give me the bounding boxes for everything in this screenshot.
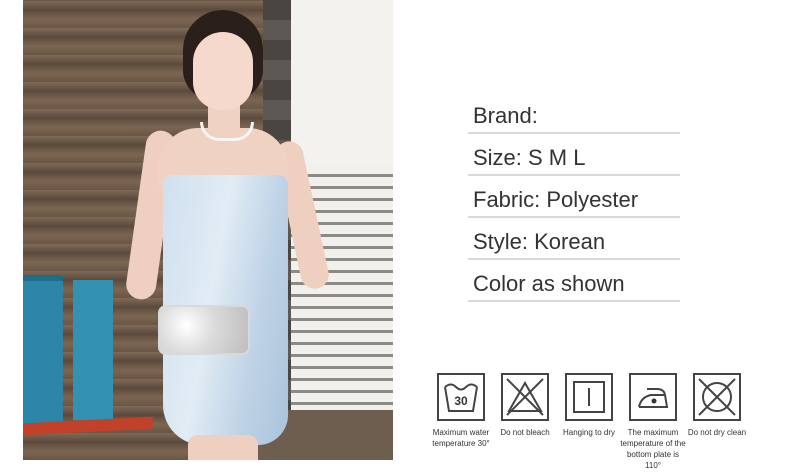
care-label-iron: The maximum temperature of the bottom pl… [620, 428, 686, 470]
wash-30-icon: 30 [437, 373, 485, 421]
iron-low-heat-icon [629, 373, 677, 421]
product-specs: Brand: Size: S M L Fabric: Polyester Sty… [468, 92, 680, 302]
spec-fabric: Fabric: Polyester [468, 176, 680, 218]
spec-style: Style: Korean [468, 218, 680, 260]
care-label-wash: Maximum water temperature 30° [432, 428, 490, 448]
do-not-dry-clean-icon [693, 373, 741, 421]
clutch-bag [158, 305, 250, 355]
hang-to-dry-icon [565, 373, 613, 421]
care-label-dry-clean: Do not dry clean [687, 428, 747, 437]
care-item-hang: Hanging to dry [554, 373, 624, 438]
care-label-hang: Hanging to dry [562, 428, 616, 437]
care-item-bleach: Do not bleach [490, 373, 560, 438]
care-item-wash: 30 Maximum water temperature 30° [426, 373, 496, 449]
spec-size: Size: S M L [468, 134, 680, 176]
care-instructions: 30 Maximum water temperature 30° Do not … [426, 373, 756, 473]
do-not-bleach-icon [501, 373, 549, 421]
chair [23, 275, 63, 431]
product-photo [23, 0, 393, 460]
care-item-iron: The maximum temperature of the bottom pl… [618, 373, 688, 471]
spec-brand: Brand: [468, 92, 680, 134]
model-figure [118, 10, 332, 460]
spec-color: Color as shown [468, 260, 680, 302]
care-item-dry-clean: Do not dry clean [682, 373, 752, 438]
wash-temperature-number: 30 [454, 394, 468, 408]
care-label-bleach: Do not bleach [500, 428, 550, 437]
